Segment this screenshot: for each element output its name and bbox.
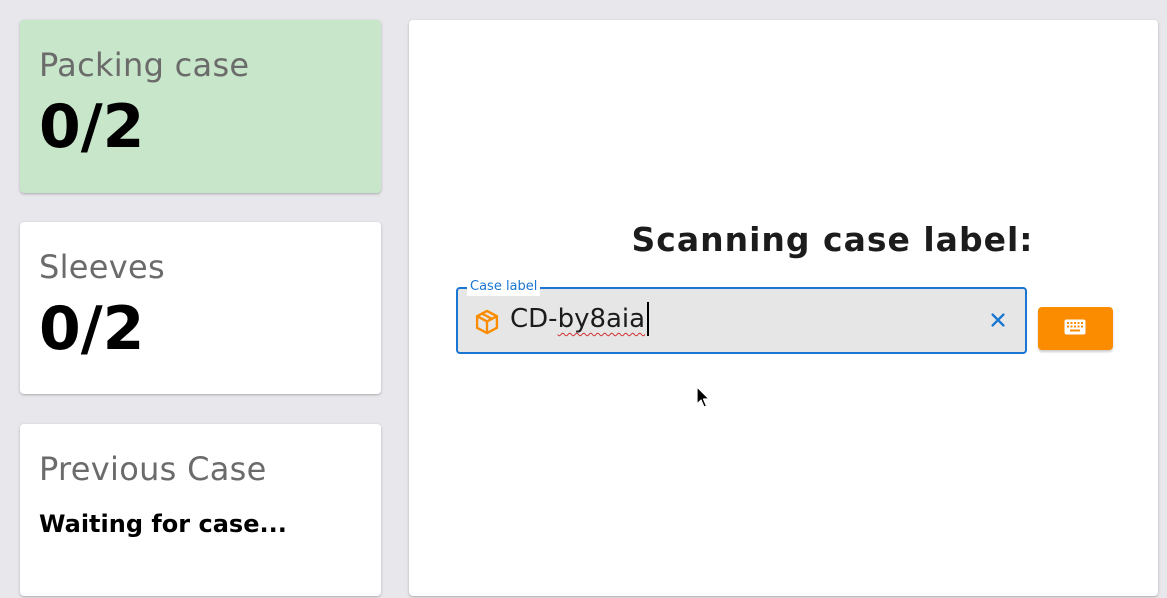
case-label-value-rest: by8aia	[557, 304, 646, 334]
scan-panel: Scanning case label: Case label CD-by8ai…	[409, 20, 1158, 596]
keyboard-icon	[1064, 319, 1086, 335]
sleeves-count: 0/2	[39, 294, 145, 364]
packing-case-count: 0/2	[39, 92, 145, 162]
scan-heading: Scanning case label:	[631, 220, 1034, 259]
case-label-input[interactable]: CD-by8aia	[510, 302, 650, 336]
previous-case-title: Previous Case	[39, 450, 267, 488]
mouse-pointer-icon	[696, 386, 710, 408]
previous-case-card: Previous Case Waiting for case...	[20, 424, 381, 596]
package-icon	[473, 308, 501, 336]
packing-case-card: Packing case 0/2	[20, 20, 381, 193]
previous-case-status: Waiting for case...	[39, 510, 287, 538]
case-label-value-prefix: CD-	[510, 304, 558, 334]
keyboard-button[interactable]	[1038, 307, 1113, 350]
sleeves-card: Sleeves 0/2	[20, 222, 381, 394]
case-label-legend: Case label	[467, 278, 541, 296]
sleeves-title: Sleeves	[39, 248, 165, 286]
packing-case-title: Packing case	[39, 46, 250, 84]
case-label-field[interactable]: Case label CD-by8aia	[456, 278, 1027, 354]
close-icon[interactable]	[985, 307, 1011, 333]
